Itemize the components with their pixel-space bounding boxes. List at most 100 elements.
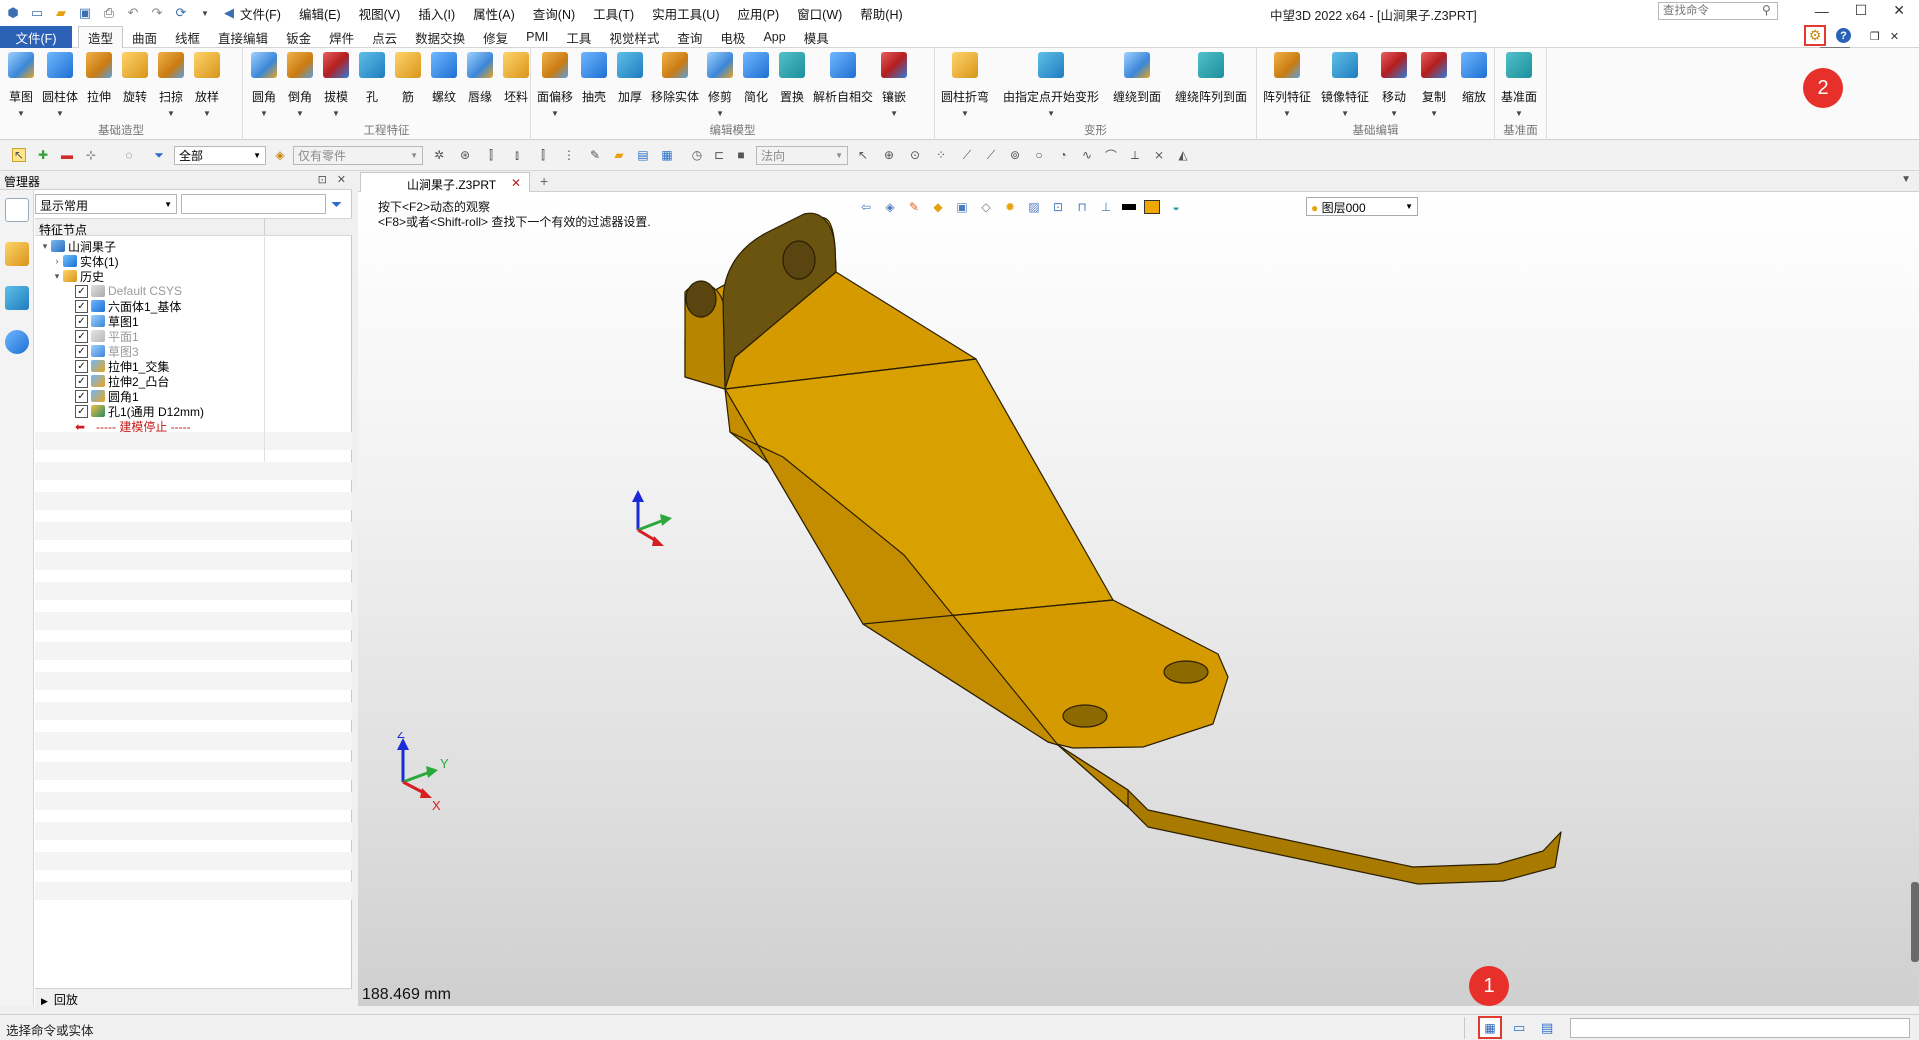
quadrant-icon[interactable]: ◔ — [1056, 148, 1070, 162]
menu-help[interactable]: 帮助(H) — [858, 4, 904, 23]
panel-pin-icon[interactable]: ⊡ — [318, 173, 327, 186]
clock-icon[interactable]: ◷ — [690, 148, 704, 162]
extrude-button[interactable]: 拉伸 — [82, 52, 116, 117]
viewport-scroll-handle[interactable] — [1911, 882, 1919, 962]
new-tab-icon[interactable]: + — [540, 173, 548, 189]
thicken-button[interactable]: 加厚 — [613, 52, 647, 117]
circle-center-icon[interactable]: ⊚ — [1008, 148, 1022, 162]
playback-section[interactable]: ▶ 回放 — [35, 988, 352, 1007]
pattern-feature-button[interactable]: 阵列特征 ▼ — [1261, 52, 1313, 118]
tab-inquire[interactable]: 查询 — [668, 26, 711, 48]
redo-icon[interactable]: ↷ — [148, 4, 166, 22]
visibility-checkbox[interactable]: ✓ — [75, 299, 88, 313]
move-button[interactable]: 移动 ▼ — [1377, 52, 1411, 118]
add-icon[interactable]: ✚ — [36, 148, 50, 162]
maximize-icon[interactable]: ☐ — [1855, 2, 1868, 19]
print-icon[interactable]: ⎙ — [100, 4, 118, 22]
chamfer-button[interactable]: 倒角 ▼ — [283, 52, 317, 118]
menu-tools[interactable]: 工具(T) — [591, 4, 636, 23]
tab-electrode[interactable]: 电极 — [711, 26, 754, 48]
thread-button[interactable]: 螺纹 — [427, 52, 461, 117]
expand-toggle-icon[interactable]: ▾ — [51, 271, 63, 282]
tab-pmi[interactable]: PMI — [517, 26, 557, 48]
visibility-checkbox[interactable]: ✓ — [75, 389, 88, 403]
filter-all-select[interactable]: 全部 ▼ — [174, 146, 266, 165]
menu-insert[interactable]: 插入(I) — [416, 4, 457, 23]
window-layout-icon[interactable]: ▤ — [1541, 1020, 1553, 1036]
command-input[interactable] — [1570, 1018, 1910, 1038]
fillet-button[interactable]: 圆角 ▼ — [247, 52, 281, 118]
minimize-icon[interactable]: — — [1815, 3, 1829, 19]
visibility-checkbox[interactable]: ✓ — [75, 374, 88, 388]
back-arrow-icon[interactable]: ◀ — [220, 4, 238, 22]
open-file-icon[interactable]: ▰ — [52, 4, 70, 22]
visibility-checkbox[interactable]: ✓ — [75, 359, 88, 373]
tab-sheet-metal[interactable]: 钣金 — [277, 26, 320, 48]
line-icon[interactable]: ⟋ — [960, 148, 974, 162]
close-doc-icon[interactable]: ✕ — [1890, 30, 1899, 43]
wrap-to-face-button[interactable]: 缠绕到面 — [1111, 52, 1163, 117]
refresh-icon[interactable]: ⟳ — [172, 4, 190, 22]
settings-wheel-icon[interactable]: ✲ — [432, 148, 446, 162]
menu-apps[interactable]: 应用(P) — [735, 4, 781, 23]
folder-icon[interactable]: ▰ — [612, 148, 626, 162]
tab-tools[interactable]: 工具 — [557, 26, 600, 48]
square-select-icon[interactable]: ■ — [734, 148, 748, 162]
clipboard-icon[interactable]: ▤ — [636, 148, 650, 162]
command-search-input[interactable] — [1658, 2, 1778, 20]
spline-icon[interactable]: ∿ — [1080, 148, 1094, 162]
select-pointer-icon[interactable]: ↖ — [12, 148, 26, 162]
tab-data-exchange[interactable]: 数据交换 — [406, 26, 474, 48]
file-tab[interactable]: 文件(F) — [0, 26, 72, 48]
hole-button[interactable]: 孔 — [355, 52, 389, 117]
menu-utilities[interactable]: 实用工具(U) — [650, 4, 721, 23]
stock-button[interactable]: 坯料 — [499, 52, 533, 117]
intersection-icon[interactable]: ⨯ — [1152, 148, 1166, 162]
config-gear-icon[interactable]: ⚙ — [1804, 25, 1826, 46]
view-tab-icon[interactable] — [5, 286, 29, 310]
filter-funnel-icon[interactable]: ⏷ — [152, 148, 166, 162]
menu-file[interactable]: 文件(F) — [238, 4, 283, 23]
point-on-curve-icon[interactable]: ⊕ — [882, 148, 896, 162]
menu-attribute[interactable]: 属性(A) — [471, 4, 517, 23]
copy-button[interactable]: 复制 ▼ — [1417, 52, 1451, 118]
point-center-icon[interactable]: ⊙ — [908, 148, 922, 162]
menu-inquire[interactable]: 查询(N) — [531, 4, 577, 23]
snap-icon[interactable]: ⊛ — [458, 148, 472, 162]
pick-point-icon[interactable]: ↖ — [856, 148, 870, 162]
tab-app[interactable]: App — [754, 26, 794, 48]
pick-parts-icon[interactable]: ◈ — [273, 148, 287, 162]
trim-button[interactable]: 修剪 ▼ — [703, 52, 737, 118]
cylinder-bend-button[interactable]: 圆柱折弯 ▼ — [939, 52, 991, 118]
scale-button[interactable]: 缩放 — [1457, 52, 1491, 117]
shell-button[interactable]: 抽壳 — [577, 52, 611, 117]
show-toolbar-icon[interactable]: ▦ — [1478, 1016, 1502, 1039]
visibility-checkbox[interactable]: ✓ — [75, 329, 88, 343]
close-tab-icon[interactable]: ✕ — [511, 176, 521, 190]
expand-toggle-icon[interactable]: ▾ — [39, 241, 51, 252]
sweep-button[interactable]: 扫掠 ▼ — [154, 52, 188, 118]
close-window-icon[interactable]: ✕ — [1893, 2, 1905, 19]
part-model[interactable] — [358, 192, 1919, 1006]
point-deform-button[interactable]: 由指定点开始变形 ▼ — [1001, 52, 1101, 118]
help-icon[interactable]: ? — [1836, 28, 1851, 43]
distribute-icon[interactable]: ⋮ — [562, 148, 576, 162]
resolve-self-intersect-button[interactable]: 解析自相交 — [811, 52, 875, 117]
user-tab-icon[interactable] — [5, 330, 29, 354]
history-tree-tab-icon[interactable] — [5, 198, 29, 222]
perpendicular-icon[interactable]: ⟂ — [1128, 148, 1142, 162]
face-snap-icon[interactable]: ◭ — [1176, 148, 1190, 162]
search-icon[interactable]: ⚲ — [1762, 3, 1771, 17]
tab-surface[interactable]: 曲面 — [123, 26, 166, 48]
qat-dropdown-icon[interactable]: ▼ — [196, 4, 214, 22]
loft-button[interactable]: 放样 ▼ — [190, 52, 224, 118]
restore-icon[interactable]: ❐ — [1870, 30, 1880, 43]
tree-filter-icon[interactable]: ⏷ — [331, 196, 342, 213]
document-tab[interactable]: 山涧果子.Z3PRT ✕ — [360, 172, 530, 192]
align-left-icon[interactable]: ⫿ — [484, 148, 498, 162]
wrap-pattern-button[interactable]: 缠绕阵列到面 — [1173, 52, 1249, 117]
face-offset-button[interactable]: 面偏移 ▼ — [535, 52, 575, 118]
tree-search-input[interactable] — [181, 194, 326, 214]
app-logo-icon[interactable]: ⬢ — [4, 4, 22, 22]
visibility-checkbox[interactable]: ✓ — [75, 404, 88, 418]
